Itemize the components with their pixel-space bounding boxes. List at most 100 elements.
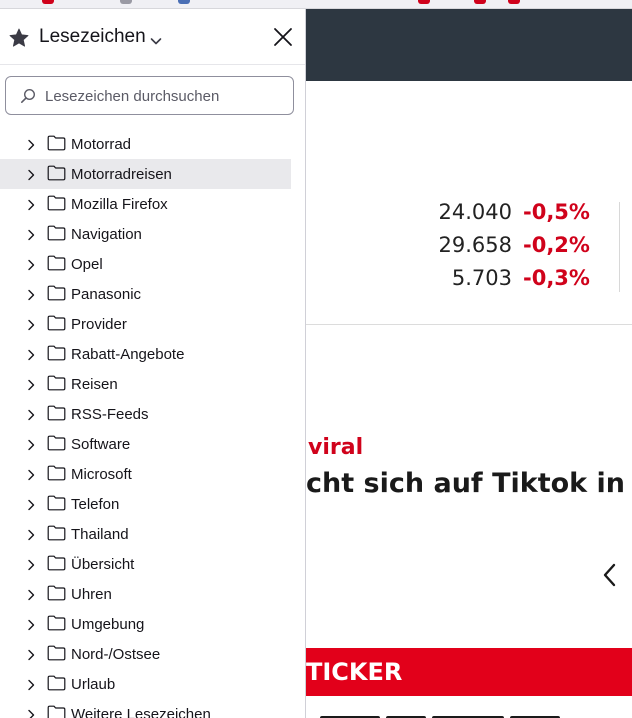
bookmark-folder-item[interactable]: Umgebung xyxy=(0,609,291,639)
bookmark-folder-item[interactable]: Uhren xyxy=(0,579,291,609)
bookmark-search-box[interactable] xyxy=(5,76,294,115)
chevron-right-icon[interactable] xyxy=(26,318,36,331)
folder-icon xyxy=(47,555,66,571)
bookmark-folder-item[interactable]: Weitere Lesezeichen xyxy=(0,699,291,718)
bookmark-folder-item[interactable]: Rabatt-Angebote xyxy=(0,339,291,369)
bookmark-folder-item[interactable]: Software xyxy=(0,429,291,459)
bookmark-folder-label: Thailand xyxy=(71,526,129,543)
folder-icon xyxy=(47,345,66,361)
bookmark-folder-label: Provider xyxy=(71,316,127,333)
bookmark-folder-label: Motorrad xyxy=(71,136,132,153)
browser-toolbar-edge xyxy=(0,0,632,9)
chevron-right-icon[interactable] xyxy=(26,348,36,361)
bookmark-folder-item[interactable]: Panasonic xyxy=(0,279,291,309)
article-kicker[interactable]: viral xyxy=(308,435,363,460)
chevron-right-icon[interactable] xyxy=(26,708,36,718)
chevron-right-icon[interactable] xyxy=(26,258,36,271)
bookmark-folder-label: Rabatt-Angebote xyxy=(71,346,185,363)
bookmark-folder-item[interactable]: Opel xyxy=(0,249,291,279)
folder-icon xyxy=(47,525,66,541)
bookmark-folder-label: Weitere Lesezeichen xyxy=(71,706,211,718)
bookmark-folder-item[interactable]: Microsoft xyxy=(0,459,291,489)
bookmark-folder-item[interactable]: Mozilla Firefox xyxy=(0,189,291,219)
bookmark-folder-label: Urlaub xyxy=(71,676,116,693)
chevron-right-icon[interactable] xyxy=(26,438,36,451)
bookmarks-sidebar: Lesezeichen Motorrad Motorradreisen Mozill… xyxy=(0,9,306,718)
bookmark-folder-item[interactable]: Telefon xyxy=(0,489,291,519)
chevron-right-icon[interactable] xyxy=(26,408,36,421)
chevron-right-icon[interactable] xyxy=(26,618,36,631)
bookmark-folder-item[interactable]: Nord-/Ostsee xyxy=(0,639,291,669)
bookmark-folder-label: Microsoft xyxy=(71,466,132,483)
bookmark-folder-item[interactable]: Urlaub xyxy=(0,669,291,699)
chevron-down-icon[interactable] xyxy=(150,33,162,45)
market-row[interactable]: 29.658 -0,2% xyxy=(306,233,596,263)
chevron-right-icon[interactable] xyxy=(26,528,36,541)
folder-icon xyxy=(47,315,66,331)
news-ticker-bar[interactable]: TICKER xyxy=(306,648,632,696)
market-value: 29.658 xyxy=(438,233,512,257)
bookmark-folder-item[interactable]: Reisen xyxy=(0,369,291,399)
chevron-right-icon[interactable] xyxy=(26,468,36,481)
market-change: -0,2% xyxy=(523,233,590,257)
bookmark-folder-label: Telefon xyxy=(71,496,120,513)
chevron-right-icon[interactable] xyxy=(26,378,36,391)
folder-icon xyxy=(47,225,66,241)
page-header-bar xyxy=(306,9,632,81)
bookmark-folder-item[interactable]: Provider xyxy=(0,309,291,339)
search-icon xyxy=(20,88,36,104)
bookmark-folder-label: RSS-Feeds xyxy=(71,406,149,423)
folder-icon xyxy=(47,135,66,151)
folder-icon xyxy=(47,375,66,391)
bookmark-folder-item[interactable]: RSS-Feeds xyxy=(0,399,291,429)
bookmark-folder-label: Mozilla Firefox xyxy=(71,196,168,213)
market-row[interactable]: 5.703 -0,3% xyxy=(306,266,596,296)
bookmark-folder-label: Nord-/Ostsee xyxy=(71,646,161,663)
market-value: 5.703 xyxy=(451,266,512,290)
chevron-right-icon[interactable] xyxy=(26,228,36,241)
next-headline-fragment xyxy=(320,709,610,718)
bookmark-folder-label: Panasonic xyxy=(71,286,142,303)
chevron-right-icon[interactable] xyxy=(26,678,36,691)
chevron-right-icon[interactable] xyxy=(26,288,36,301)
chevron-right-icon[interactable] xyxy=(26,198,36,211)
folder-icon xyxy=(47,435,66,451)
bookmark-folder-item[interactable]: Motorrad xyxy=(0,129,291,159)
folder-icon xyxy=(47,255,66,271)
bookmark-folder-item[interactable]: Übersicht xyxy=(0,549,291,579)
sidebar-header: Lesezeichen xyxy=(0,9,305,65)
bookmark-folder-label: Software xyxy=(71,436,131,453)
section-divider xyxy=(306,324,632,325)
folder-icon xyxy=(47,645,66,661)
bookmark-folder-label: Motorradreisen xyxy=(71,166,172,183)
market-row[interactable]: 24.040 -0,5% xyxy=(306,200,596,230)
market-value: 24.040 xyxy=(438,200,512,224)
article-headline[interactable]: cht sich auf Tiktok in die xyxy=(306,468,632,499)
folder-icon xyxy=(47,285,66,301)
chevron-right-icon[interactable] xyxy=(26,138,36,151)
news-ticker-label: TICKER xyxy=(306,658,403,686)
chevron-right-icon[interactable] xyxy=(26,498,36,511)
close-icon[interactable] xyxy=(271,25,295,49)
bookmark-search-input[interactable] xyxy=(45,85,285,107)
chevron-right-icon[interactable] xyxy=(26,588,36,601)
chevron-right-icon[interactable] xyxy=(26,648,36,661)
folder-icon xyxy=(47,495,66,511)
bookmark-folder-label: Reisen xyxy=(71,376,118,393)
chevron-left-icon[interactable] xyxy=(599,561,621,589)
bookmark-folder-item[interactable]: Thailand xyxy=(0,519,291,549)
market-divider xyxy=(619,202,620,292)
sidebar-title[interactable]: Lesezeichen xyxy=(39,26,146,48)
bookmark-folder-label: Übersicht xyxy=(71,556,135,573)
bookmark-folder-label: Umgebung xyxy=(71,616,145,633)
bookmark-folder-item[interactable]: Motorradreisen xyxy=(0,159,291,189)
folder-icon xyxy=(47,465,66,481)
folder-icon xyxy=(47,675,66,691)
chevron-right-icon[interactable] xyxy=(26,168,36,181)
folder-icon xyxy=(47,165,66,181)
bookmark-folder-item[interactable]: Navigation xyxy=(0,219,291,249)
folder-icon xyxy=(47,585,66,601)
market-change: -0,3% xyxy=(523,266,590,290)
chevron-right-icon[interactable] xyxy=(26,558,36,571)
folder-icon xyxy=(47,615,66,631)
